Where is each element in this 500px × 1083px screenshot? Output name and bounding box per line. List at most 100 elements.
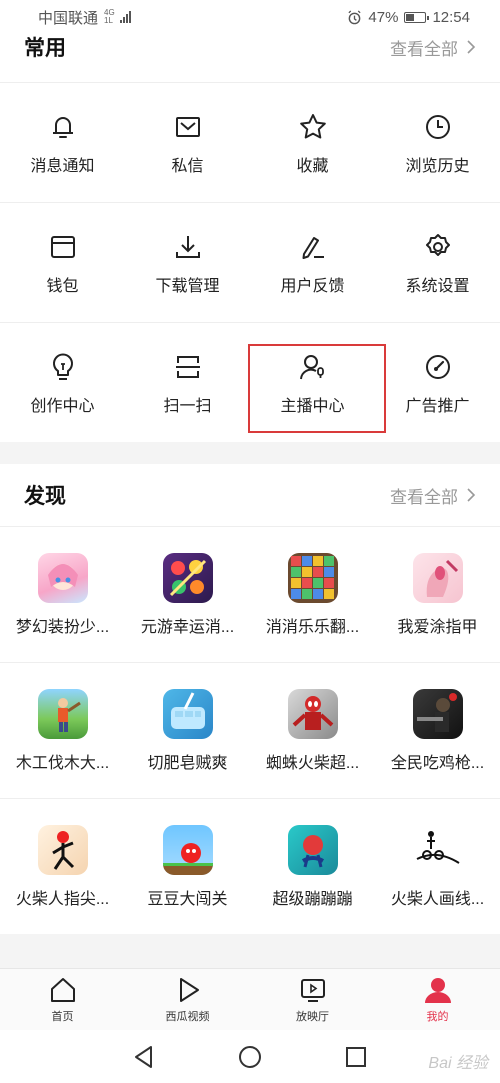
app-name: 消消乐乐翻... — [265, 618, 360, 636]
downloads-label: 下载管理 — [155, 277, 220, 295]
discover-row-3: 火柴人指尖... 豆豆大闯关 超级蹦蹦蹦 火柴人画线... — [0, 798, 500, 934]
red-ball-app-icon — [162, 824, 213, 875]
settings-label: 系统设置 — [405, 277, 470, 295]
app-name: 蜘蛛火柴超... — [265, 754, 360, 772]
tab-theater[interactable]: 放映厅 — [250, 969, 375, 1030]
lumberjack-app-icon — [37, 688, 88, 739]
common-see-all-link[interactable]: 查看全部 — [390, 35, 476, 60]
notifications-label: 消息通知 — [30, 157, 95, 175]
recents-icon[interactable] — [343, 1044, 369, 1070]
play-icon — [179, 978, 199, 1002]
settings-button[interactable]: 系统设置 — [375, 203, 500, 322]
app-name: 我爱涂指甲 — [397, 618, 478, 636]
fruit-match-app-icon — [162, 552, 213, 603]
user-icon — [424, 978, 451, 1003]
stickman-fingertip-app-icon — [37, 824, 88, 875]
system-nav-bar: Bai 经验 — [0, 1030, 500, 1083]
app-item[interactable]: 超级蹦蹦蹦 — [250, 799, 375, 934]
feedback-button[interactable]: 用户反馈 — [250, 203, 375, 322]
soap-cutting-app-icon — [162, 688, 213, 739]
watermark: Bai 经验 — [428, 1055, 488, 1072]
favorites-label: 收藏 — [296, 157, 329, 175]
tab-home[interactable]: 首页 — [0, 969, 125, 1030]
app-item[interactable]: 全民吃鸡枪... — [375, 663, 500, 798]
tab-me-label: 我的 — [426, 1011, 449, 1023]
app-item[interactable]: 蜘蛛火柴超... — [250, 663, 375, 798]
feedback-label: 用户反馈 — [280, 277, 345, 295]
bottom-tab-bar: 首页 西瓜视频 放映厅 我的 — [0, 968, 500, 1030]
common-row-1: 消息通知 私信 收藏 浏览历史 — [0, 82, 500, 202]
back-icon[interactable] — [131, 1044, 157, 1070]
bottom-spacer — [0, 934, 500, 968]
history-label: 浏览历史 — [405, 157, 470, 175]
creator-center-label: 创作中心 — [30, 397, 95, 415]
home-icon — [50, 978, 75, 1002]
app-item[interactable]: 我爱涂指甲 — [375, 527, 500, 662]
app-item[interactable]: 豆豆大闯关 — [125, 799, 250, 934]
ad-promotion-button[interactable]: 广告推广 — [375, 323, 500, 442]
nail-art-app-icon — [412, 552, 463, 603]
app-name: 木工伐木大... — [15, 754, 110, 772]
see-all-label: 查看全部 — [390, 39, 458, 59]
wallet-button[interactable]: 钱包 — [0, 203, 125, 322]
feedback-icon — [296, 230, 330, 264]
tv-play-icon — [300, 979, 325, 1002]
home-circle-icon[interactable] — [237, 1044, 263, 1070]
scan-label: 扫一扫 — [163, 397, 212, 415]
app-item[interactable]: 梦幻装扮少... — [0, 527, 125, 662]
tab-theater-label: 放映厅 — [296, 1011, 329, 1023]
discover-row-1: 梦幻装扮少... 元游幸运消... 消消乐乐翻... 我爱涂指甲 — [0, 526, 500, 662]
common-title: 常用 — [24, 37, 66, 60]
app-item[interactable]: 木工伐木大... — [0, 663, 125, 798]
app-name: 切肥皂贼爽 — [147, 754, 228, 772]
bell-icon — [46, 110, 80, 144]
chevron-right-icon — [467, 488, 476, 502]
tab-home-label: 首页 — [51, 1011, 74, 1023]
app-name: 火柴人画线... — [390, 890, 485, 908]
tab-me[interactable]: 我的 — [375, 969, 500, 1030]
bulb-icon — [46, 350, 80, 384]
stickman-hero-app-icon — [287, 688, 338, 739]
creator-center-button[interactable]: 创作中心 — [0, 323, 125, 442]
app-item[interactable]: 火柴人指尖... — [0, 799, 125, 934]
app-name: 火柴人指尖... — [15, 890, 110, 908]
shooter-app-icon — [412, 688, 463, 739]
bouncing-ball-app-icon — [287, 824, 338, 875]
tab-xigua-video-label: 西瓜视频 — [165, 1011, 210, 1023]
tab-xigua-video[interactable]: 西瓜视频 — [125, 969, 250, 1030]
block-puzzle-app-icon — [287, 552, 338, 603]
app-name: 全民吃鸡枪... — [390, 754, 485, 772]
discover-section-header: 发现 查看全部 — [0, 464, 500, 526]
discover-see-all-link[interactable]: 查看全部 — [390, 483, 476, 508]
app-name: 元游幸运消... — [140, 618, 235, 636]
discover-row-2: 木工伐木大... 切肥皂贼爽 蜘蛛火柴超... 全民吃鸡枪... — [0, 662, 500, 798]
app-item[interactable]: 切肥皂贼爽 — [125, 663, 250, 798]
app-item[interactable]: 消消乐乐翻... — [250, 527, 375, 662]
star-icon — [296, 110, 330, 144]
anime-girl-app-icon — [37, 552, 88, 603]
common-row-2: 钱包 下载管理 用户反馈 系统设置 — [0, 202, 500, 322]
messages-button[interactable]: 私信 — [125, 83, 250, 202]
ad-promotion-label: 广告推广 — [405, 397, 470, 415]
see-all-label: 查看全部 — [390, 487, 458, 507]
mail-icon — [171, 110, 205, 144]
download-icon — [171, 230, 205, 264]
discover-title: 发现 — [24, 485, 66, 508]
downloads-button[interactable]: 下载管理 — [125, 203, 250, 322]
stickman-draw-app-icon — [412, 824, 463, 875]
wallet-icon — [46, 230, 80, 264]
gear-icon — [421, 230, 455, 264]
scan-button[interactable]: 扫一扫 — [125, 323, 250, 442]
app-item[interactable]: 火柴人画线... — [375, 799, 500, 934]
favorites-button[interactable]: 收藏 — [250, 83, 375, 202]
highlight-box — [248, 344, 386, 433]
history-button[interactable]: 浏览历史 — [375, 83, 500, 202]
app-item[interactable]: 元游幸运消... — [125, 527, 250, 662]
app-name: 梦幻装扮少... — [15, 618, 110, 636]
clock-icon — [421, 110, 455, 144]
scan-icon — [171, 350, 205, 384]
notifications-button[interactable]: 消息通知 — [0, 83, 125, 202]
app-name: 超级蹦蹦蹦 — [272, 890, 353, 908]
section-divider — [0, 442, 500, 464]
gauge-icon — [421, 350, 455, 384]
